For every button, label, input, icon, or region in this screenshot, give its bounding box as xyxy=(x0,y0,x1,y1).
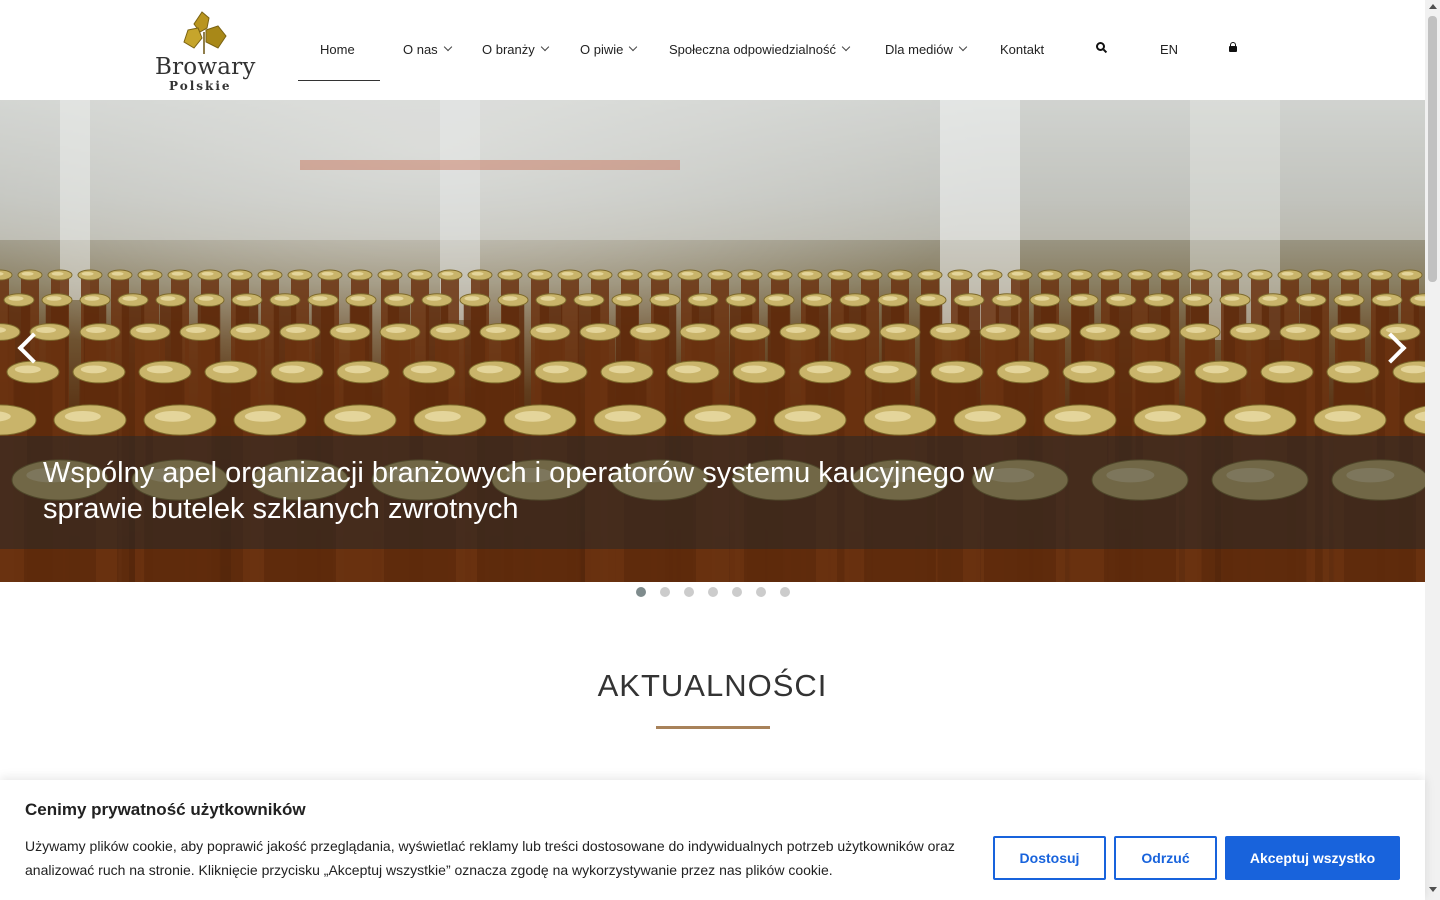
chevron-down-icon xyxy=(443,42,452,52)
language-switch[interactable]: EN xyxy=(1160,38,1178,60)
slider-dot[interactable] xyxy=(780,587,790,597)
site-header: Browary Polskie Home O nas O branży O pi… xyxy=(0,0,1425,100)
slider-dot[interactable] xyxy=(732,587,742,597)
nav-label: Społeczna odpowiedzialność xyxy=(669,41,836,57)
scrollbar-thumb[interactable] xyxy=(1428,16,1437,282)
lock-icon[interactable] xyxy=(1229,42,1237,52)
nav-item-kontakt[interactable]: Kontakt xyxy=(1000,38,1044,60)
slider-dot[interactable] xyxy=(636,587,646,597)
hop-leaf-icon xyxy=(183,11,227,54)
chevron-down-icon xyxy=(540,42,549,52)
language-label: EN xyxy=(1160,41,1179,57)
scroll-up-arrow-icon[interactable] xyxy=(1429,4,1437,9)
nav-label: O nas xyxy=(403,41,438,57)
nav-label: O piwie xyxy=(580,41,624,57)
scroll-down-arrow-icon[interactable] xyxy=(1429,887,1437,892)
logo-text-browary: Browary xyxy=(155,54,256,80)
cookie-accept-all-button[interactable]: Akceptuj wszystko xyxy=(1225,836,1400,880)
cookie-title: Cenimy prywatność użytkowników xyxy=(25,800,306,819)
logo-text-polskie: Polskie xyxy=(169,79,232,93)
news-section-title: AKTUALNOŚCI xyxy=(597,668,828,703)
slider-dot[interactable] xyxy=(708,587,718,597)
chevron-down-icon xyxy=(841,42,851,52)
page-scrollbar[interactable] xyxy=(1425,0,1440,900)
slider-dot[interactable] xyxy=(756,587,766,597)
chevron-down-icon xyxy=(958,42,968,52)
hero-title[interactable]: Wspólny apel organizacji branżowych i op… xyxy=(43,455,1063,527)
nav-item-spoleczna-odpowiedzialnosc[interactable]: Społeczna odpowiedzialność xyxy=(669,38,851,60)
nav-item-dla-mediow[interactable]: Dla mediów xyxy=(885,38,968,60)
nav-item-home[interactable]: Home xyxy=(320,38,355,60)
chevron-down-icon xyxy=(629,42,638,52)
search-icon[interactable] xyxy=(1096,42,1108,54)
cookie-consent-banner: Cenimy prywatność użytkowników Używamy p… xyxy=(0,780,1425,900)
site-logo[interactable]: Browary Polskie xyxy=(152,10,258,93)
slider-pagination xyxy=(636,587,804,597)
nav-label: Dla mediów xyxy=(885,41,953,57)
nav-label: Home xyxy=(320,41,355,57)
nav-item-o-branzy[interactable]: O branży xyxy=(482,38,549,60)
nav-label: Kontakt xyxy=(1000,41,1045,57)
section-title-underline xyxy=(656,726,770,729)
hero-slider: Wspólny apel organizacji branżowych i op… xyxy=(0,100,1425,582)
cookie-description: Używamy plików cookie, aby poprawić jako… xyxy=(25,838,955,878)
nav-item-o-piwie[interactable]: O piwie xyxy=(580,38,638,60)
cookie-reject-button[interactable]: Odrzuć xyxy=(1114,836,1217,880)
nav-label: O branży xyxy=(482,41,535,57)
nav-active-indicator xyxy=(298,80,380,81)
nav-item-o-nas[interactable]: O nas xyxy=(403,38,452,60)
cookie-customize-button[interactable]: Dostosuj xyxy=(993,836,1106,880)
slider-dot[interactable] xyxy=(684,587,694,597)
slider-dot[interactable] xyxy=(660,587,670,597)
